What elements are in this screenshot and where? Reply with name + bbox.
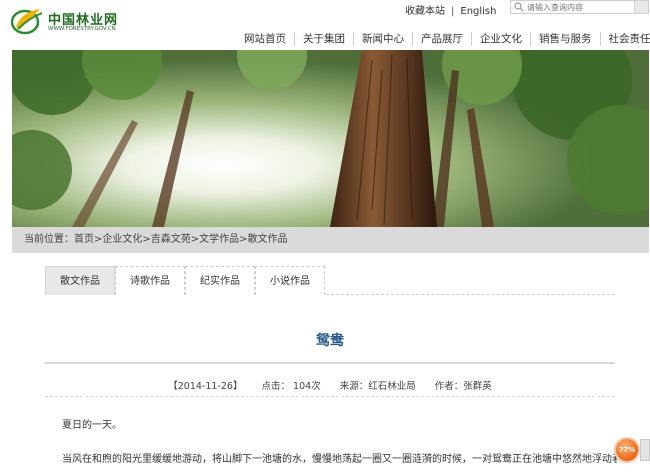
- breadcrumb-jisen[interactable]: >吉森文苑: [142, 234, 190, 245]
- title-divider: [45, 362, 615, 364]
- nav-item-culture[interactable]: 企业文化: [472, 32, 531, 46]
- search-button[interactable]: [634, 1, 648, 13]
- article-title: 鸳鸯: [316, 333, 344, 349]
- breadcrumb-literature[interactable]: >文学作品: [191, 234, 239, 245]
- nav-item-products[interactable]: 产品展厅: [413, 32, 472, 46]
- breadcrumb-home[interactable]: 首页: [74, 234, 94, 245]
- article-clicks: 点击： 104次: [261, 381, 321, 392]
- site-header: 中国林业网 WWW.FORESTRY.GOV.CN 收藏本站 | English 网…: [0, 0, 650, 50]
- nav-item-sales[interactable]: 销售与服务: [531, 32, 601, 46]
- logo-mark-icon: [10, 9, 43, 35]
- forest-banner-image: [12, 50, 649, 227]
- breadcrumb: 当前位置：首页>企业文化>吉森文苑>文学作品>散文作品: [12, 227, 649, 253]
- search-input[interactable]: [527, 1, 633, 13]
- nav-item-responsibility[interactable]: 社会责任: [601, 32, 650, 46]
- nav-item-news[interactable]: 新闻中心: [354, 32, 413, 46]
- category-tabs: 散文作品 诗歌作品 纪实作品 小说作品: [45, 266, 615, 295]
- article-source: 来源：红石林业局: [339, 381, 416, 392]
- english-link[interactable]: English: [460, 6, 496, 17]
- search-icon: [514, 2, 524, 12]
- article-paragraph: 当风在和煦的阳光里缓缓地游动，将山脚下一池塘的水，慢慢地荡起一圈又一圈涟漪的时候…: [62, 454, 617, 465]
- main-nav: 网站首页 关于集团 新闻中心 产品展厅 企业文化 销售与服务 社会责任: [236, 31, 650, 49]
- tab-prose[interactable]: 散文作品: [45, 266, 115, 295]
- article-date: 【2014-11-26】: [168, 381, 243, 392]
- site-logo[interactable]: 中国林业网 WWW.FORESTRY.GOV.CN: [10, 5, 120, 35]
- nav-item-home[interactable]: 网站首页: [236, 32, 295, 46]
- article-paragraph: 夏日的一天。: [62, 420, 122, 431]
- article-meta: 【2014-11-26】 点击： 104次 来源：红石林业局 作者：张群英: [45, 378, 615, 392]
- top-links: 收藏本站 | English: [405, 2, 496, 17]
- badge-side-handle[interactable]: [640, 439, 650, 461]
- logo-subtitle: WWW.FORESTRY.GOV.CN: [48, 26, 116, 32]
- progress-badge[interactable]: 77%: [614, 437, 640, 463]
- search-box: [510, 0, 649, 14]
- tab-fiction[interactable]: 小说作品: [255, 266, 325, 295]
- add-favorite-link[interactable]: 收藏本站: [405, 2, 445, 17]
- tab-poetry[interactable]: 诗歌作品: [115, 266, 185, 295]
- nav-item-about[interactable]: 关于集团: [295, 32, 354, 46]
- article-author: 作者：张群英: [434, 381, 492, 392]
- tab-documentary[interactable]: 纪实作品: [185, 266, 255, 295]
- breadcrumb-prefix: 当前位置：: [24, 234, 74, 245]
- breadcrumb-culture[interactable]: >企业文化: [94, 234, 142, 245]
- breadcrumb-prose[interactable]: >散文作品: [239, 234, 287, 245]
- top-links-separator: |: [451, 6, 455, 17]
- forest-banner-illustration: [12, 50, 649, 227]
- meta-divider: [45, 396, 615, 397]
